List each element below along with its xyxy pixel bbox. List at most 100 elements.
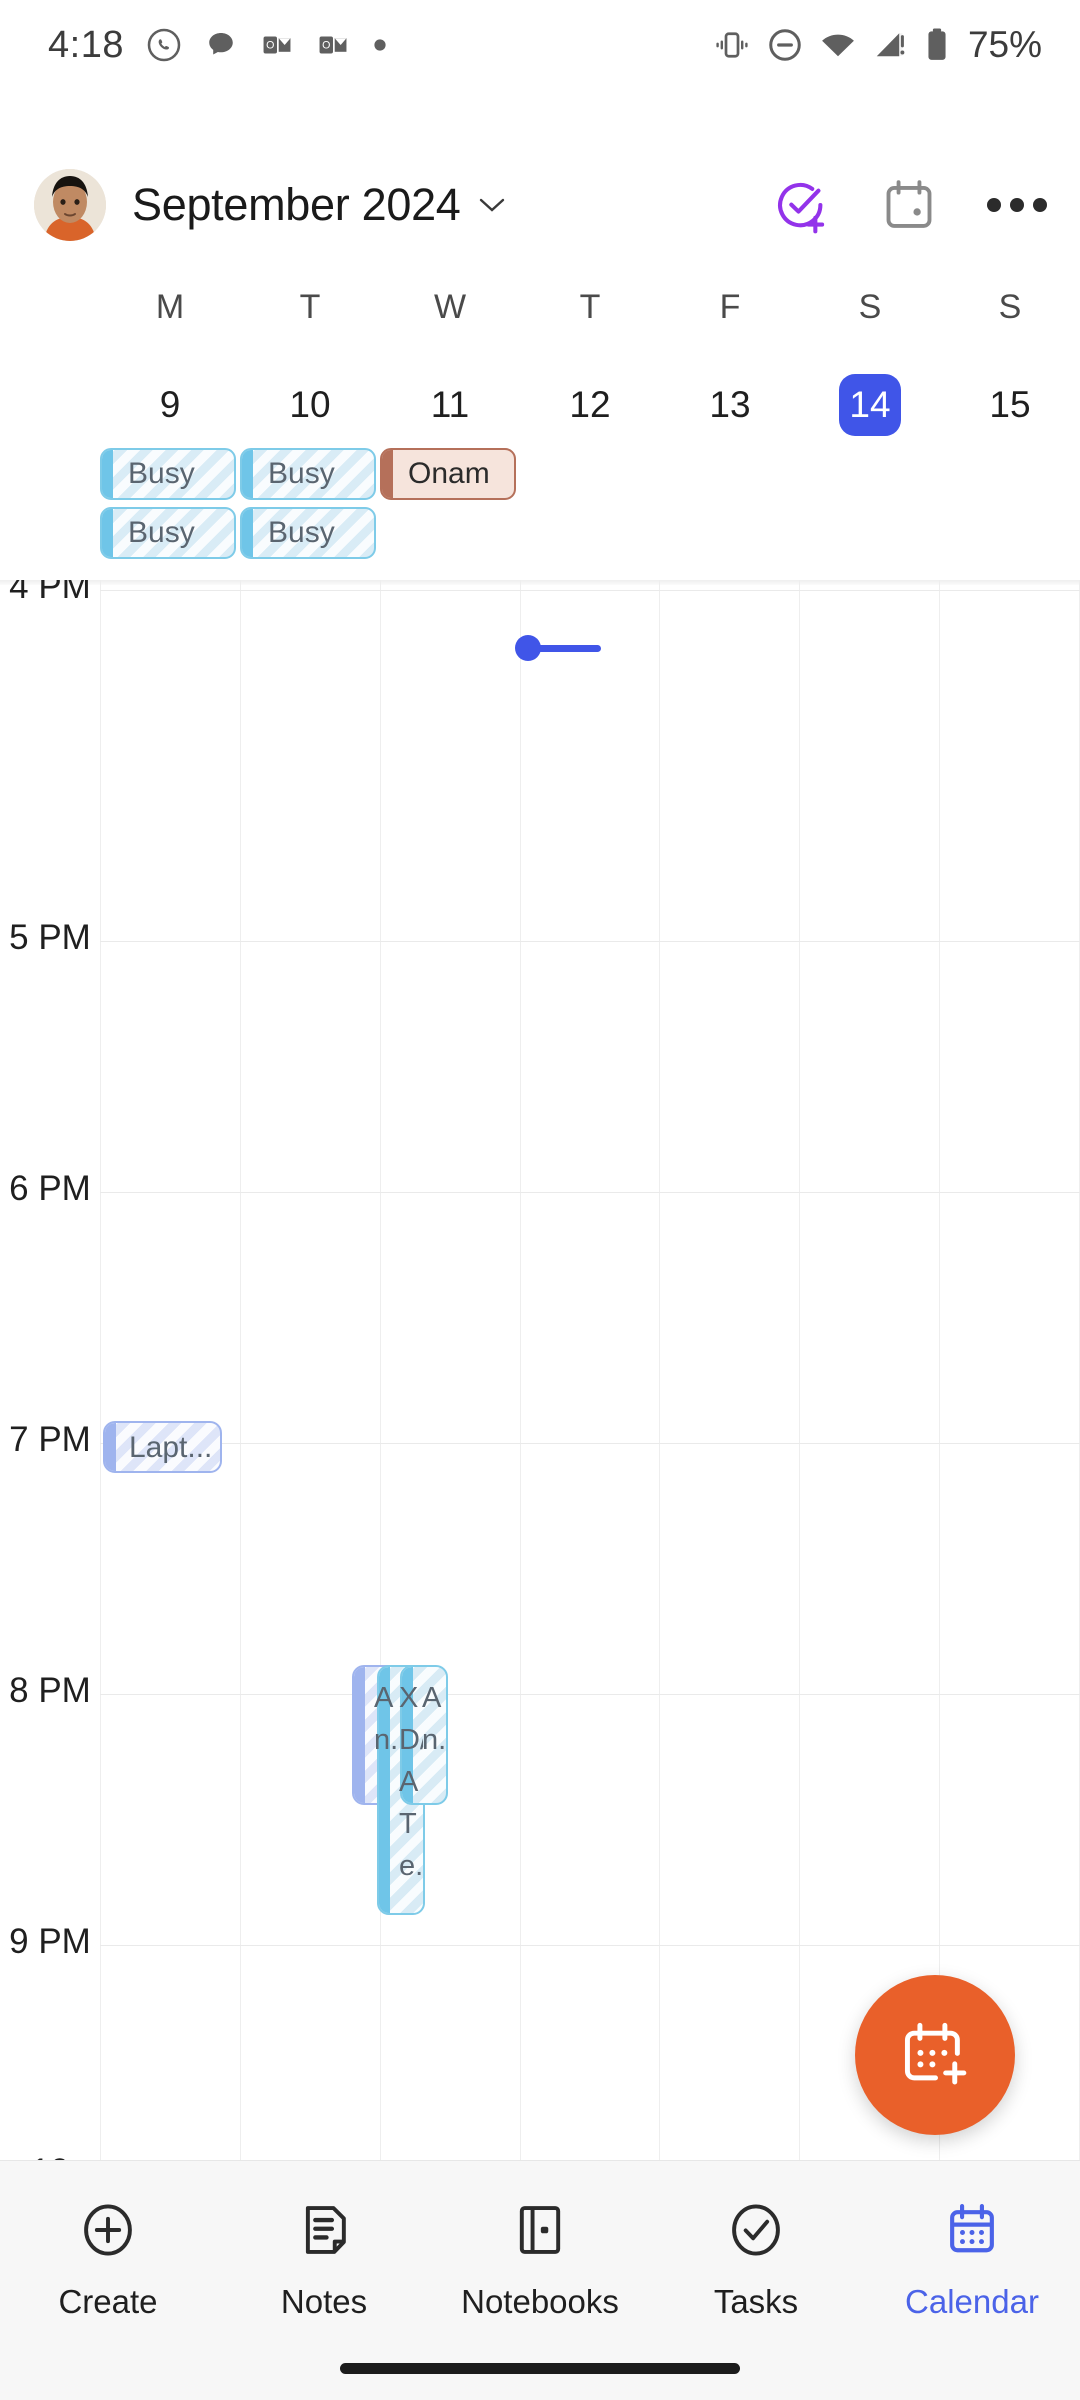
more-options-icon (987, 198, 1047, 212)
all-day-event-chip[interactable]: Busy (240, 507, 376, 559)
event-label: An... (422, 1682, 447, 1756)
calendar-today-icon (886, 180, 932, 228)
calendar-icon (950, 2203, 994, 2253)
weekday-label: F (719, 288, 741, 326)
hour-label: 10 PM (0, 2150, 100, 2160)
date-cell-9[interactable]: 9 (100, 374, 240, 436)
status-bar-right: 75% (712, 24, 1042, 66)
nav-label: Create (58, 2283, 158, 2320)
hour-label: 8 PM (9, 1671, 91, 1710)
month-selector[interactable]: September 2024 (132, 179, 505, 231)
nav-item-create[interactable]: Create (0, 2199, 216, 2321)
all-day-row-2: Busy Busy (100, 507, 1080, 564)
all-day-slot: Busy (100, 507, 240, 564)
all-day-slot: Busy (100, 448, 240, 505)
all-day-slot-empty (940, 448, 1080, 505)
week-dates-row: 9 10 11 12 13 14 15 (0, 374, 1080, 436)
hour-row-6pm: 6 PM (0, 1169, 1080, 1418)
weekday-label: S (998, 288, 1022, 326)
avatar[interactable] (34, 169, 106, 241)
time-grid-scroll-area[interactable]: 4 PM 5 PM 6 PM 7 PM 8 PM 9 PM Lapt... An… (0, 580, 1080, 2160)
date-label: 11 (430, 384, 470, 425)
weekday-label: W (433, 288, 467, 326)
more-options-button[interactable] (984, 172, 1050, 238)
nav-label: Calendar (905, 2283, 1039, 2320)
all-day-slot-empty (940, 507, 1080, 564)
event-label: Busy (128, 457, 195, 490)
battery-percent-label: 75% (967, 24, 1042, 65)
hour-row-5pm: 5 PM (0, 918, 1080, 1167)
all-day-event-chip-onam[interactable]: Onam (380, 448, 516, 500)
calendar-event-laptop[interactable]: Lapt... (103, 1421, 222, 1473)
create-event-fab[interactable] (855, 1975, 1015, 2135)
home-indicator (340, 2363, 740, 2374)
check-circle-icon (732, 2204, 780, 2256)
chevron-down-icon (479, 198, 504, 212)
nav-label: Notebooks (461, 2283, 619, 2320)
event-label: Busy (268, 516, 335, 549)
hour-gridline (100, 1443, 1080, 1444)
hour-row-4pm: 4 PM (0, 580, 1080, 816)
event-label: Busy (128, 516, 195, 549)
nav-item-calendar[interactable]: Calendar (864, 2199, 1080, 2321)
date-cell-11[interactable]: 11 (380, 374, 520, 436)
dot-indicator-icon (374, 39, 386, 51)
nav-item-notebooks[interactable]: Notebooks (432, 2199, 648, 2321)
status-bar: 4:18 O O 75% (0, 0, 1080, 90)
date-cell-10[interactable]: 10 (240, 374, 380, 436)
all-day-event-chip[interactable]: Busy (100, 507, 236, 559)
weekday-label: T (299, 288, 321, 326)
notebook-icon (519, 2206, 561, 2254)
add-task-button[interactable] (768, 172, 834, 238)
weekday-cell: T (240, 288, 380, 344)
event-label: An... (374, 1682, 399, 1756)
current-time-line (528, 645, 601, 652)
hour-row-8pm: 8 PM (0, 1671, 1080, 1920)
plus-circle-icon (84, 2204, 132, 2256)
event-label: Busy (268, 457, 335, 490)
nav-item-notes[interactable]: Notes (216, 2199, 432, 2321)
bottom-navigation-bar: Create Notes Notebooks Tasks Calendar (0, 2160, 1080, 2400)
weekday-cell: W (380, 288, 520, 344)
event-label: Lapt... (129, 1431, 213, 1464)
hour-gridline (100, 1192, 1080, 1193)
all-day-row-1: Busy Busy Onam (100, 448, 1080, 505)
hour-row-7pm: 7 PM (0, 1420, 1080, 1669)
cellular-signal-warning-icon (876, 33, 905, 57)
app-header: September 2024 (0, 150, 1080, 260)
weekday-cell: M (100, 288, 240, 344)
all-day-event-chip[interactable]: Busy (100, 448, 236, 500)
chat-bubble-icon (209, 32, 233, 55)
all-day-slot: Onam (380, 448, 520, 505)
all-day-event-chip[interactable]: Busy (240, 448, 376, 500)
calendar-app-screen: 4:18 O O 75% September 2024 M T W T F S … (0, 0, 1080, 2400)
today-button[interactable] (876, 172, 942, 238)
date-cell-14-selected[interactable]: 14 (800, 374, 940, 436)
weekday-cell: S (800, 288, 940, 344)
date-cell-15[interactable]: 15 (940, 374, 1080, 436)
all-day-slot-empty (800, 448, 940, 505)
date-label: 13 (709, 384, 751, 425)
calendar-add-icon (904, 2022, 967, 2085)
header-actions (768, 172, 1050, 238)
hour-label: 6 PM (9, 1169, 91, 1208)
date-label: 15 (989, 384, 1031, 425)
weekday-label: S (858, 288, 882, 326)
hour-label: 9 PM (9, 1922, 91, 1961)
hour-gridline (100, 941, 1080, 942)
outlook-icon: O (263, 36, 291, 54)
date-cell-12[interactable]: 12 (520, 374, 660, 436)
event-label: XD/ATe... (399, 1682, 424, 1882)
weekday-label: M (155, 288, 185, 326)
hour-label: 4 PM (9, 580, 91, 606)
status-bar-left: 4:18 O O (48, 24, 388, 67)
weekday-cell: S (940, 288, 1080, 344)
date-label: 12 (569, 384, 611, 425)
all-day-slot-empty (660, 507, 800, 564)
date-cell-13[interactable]: 13 (660, 374, 800, 436)
do-not-disturb-icon (769, 29, 801, 61)
svg-text:O: O (322, 40, 330, 52)
outlook-icon: O (319, 36, 347, 54)
all-day-slot-empty (660, 448, 800, 505)
nav-item-tasks[interactable]: Tasks (648, 2199, 864, 2321)
